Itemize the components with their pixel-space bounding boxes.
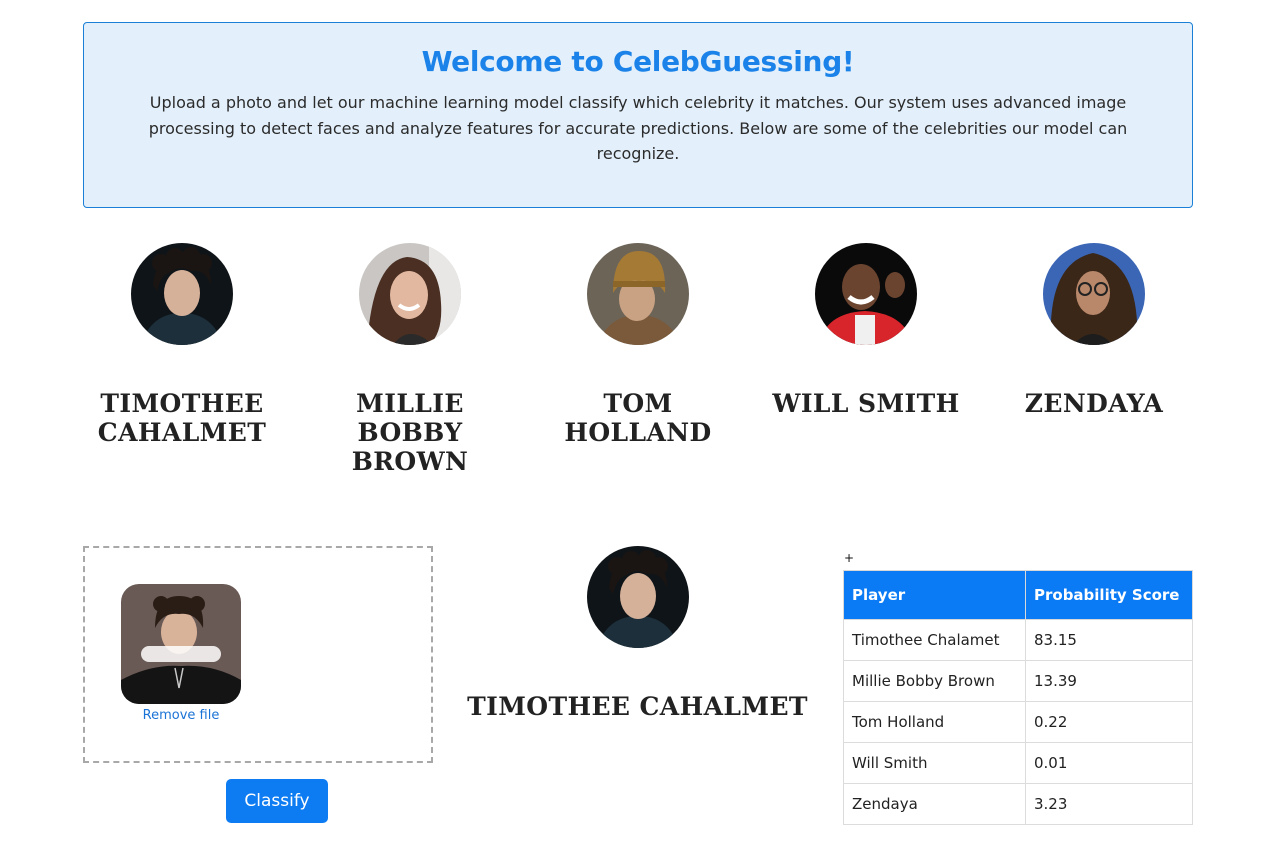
player-cell: Zendaya [843, 783, 1026, 825]
column-header-player: Player [843, 570, 1026, 620]
celebrity-name: TOM HOLLAND [564, 389, 712, 447]
column-header-probability: Probability Score [1025, 570, 1193, 620]
celebrity-card-will: WILL SMITH [766, 243, 966, 418]
result-name: TIMOTHEE CAHALMET [467, 692, 808, 721]
upload-dropzone[interactable]: Remove file [83, 546, 433, 763]
table-marker: + [844, 551, 855, 565]
score-cell: 3.23 [1025, 783, 1193, 825]
welcome-description: Upload a photo and let our machine learn… [148, 93, 1128, 163]
celebrity-name: MILLIE BOBBY BROWN [351, 389, 469, 476]
celebrity-card-timothee: TIMOTHEE CAHALMET [82, 243, 282, 447]
table-row: Tom Holland 0.22 [843, 701, 1193, 743]
celebrity-card-tom: TOM HOLLAND [538, 243, 738, 447]
score-cell: 13.39 [1025, 660, 1193, 702]
uploaded-image-preview [121, 584, 241, 704]
result-avatar [586, 546, 689, 648]
celebrity-name: WILL SMITH [772, 389, 960, 418]
probability-table: Player Probability Score Timothee Chalam… [843, 570, 1193, 825]
classify-button[interactable]: Classify [226, 779, 328, 823]
table-header-row: Player Probability Score [843, 570, 1193, 620]
celebrity-card-millie: MILLIE BOBBY BROWN [310, 243, 510, 476]
avatar [131, 243, 233, 345]
celebrity-name: ZENDAYA [1024, 389, 1164, 418]
welcome-panel: Welcome to CelebGuessing! Upload a photo… [83, 22, 1193, 208]
table-row: Will Smith 0.01 [843, 742, 1193, 784]
avatar [587, 243, 689, 345]
player-cell: Millie Bobby Brown [843, 660, 1026, 702]
celebrity-name: TIMOTHEE CAHALMET [97, 389, 267, 447]
welcome-title: Welcome to CelebGuessing! [421, 45, 855, 78]
avatar [359, 243, 461, 345]
celebrity-card-zendaya: ZENDAYA [994, 243, 1194, 418]
prediction-result: TIMOTHEE CAHALMET [455, 546, 820, 721]
upload-progress-bar [141, 646, 221, 662]
player-cell: Timothee Chalamet [843, 619, 1026, 661]
table-row: Zendaya 3.23 [843, 783, 1193, 825]
avatar [1043, 243, 1145, 345]
score-cell: 0.22 [1025, 701, 1193, 743]
remove-file-link[interactable]: Remove file [121, 708, 241, 723]
score-cell: 0.01 [1025, 742, 1193, 784]
table-row: Millie Bobby Brown 13.39 [843, 660, 1193, 702]
player-cell: Tom Holland [843, 701, 1026, 743]
avatar [815, 243, 917, 345]
score-cell: 83.15 [1025, 619, 1193, 661]
table-row: Timothee Chalamet 83.15 [843, 619, 1193, 661]
player-cell: Will Smith [843, 742, 1026, 784]
